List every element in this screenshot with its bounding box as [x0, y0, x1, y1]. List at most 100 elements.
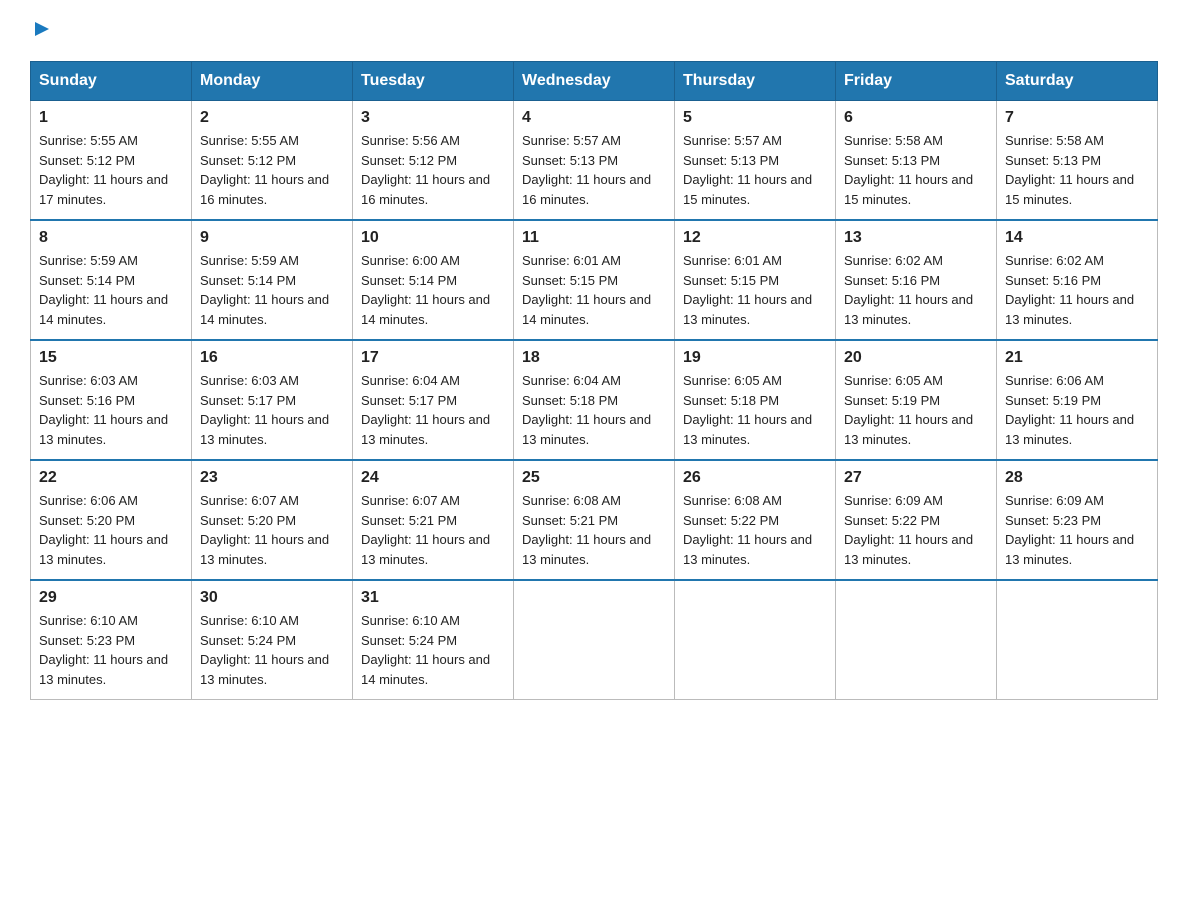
calendar-cell: 5 Sunrise: 5:57 AM Sunset: 5:13 PM Dayli…	[675, 101, 836, 221]
col-header-sunday: Sunday	[31, 62, 192, 101]
day-info: Sunrise: 5:59 AM Sunset: 5:14 PM Dayligh…	[200, 251, 344, 329]
calendar-cell: 12 Sunrise: 6:01 AM Sunset: 5:15 PM Dayl…	[675, 220, 836, 340]
sunrise-label: Sunrise: 5:57 AM	[683, 133, 782, 148]
calendar-cell: 17 Sunrise: 6:04 AM Sunset: 5:17 PM Dayl…	[353, 340, 514, 460]
calendar-cell	[836, 580, 997, 700]
daylight-label: Daylight: 11 hours and 13 minutes.	[844, 292, 973, 327]
sunset-label: Sunset: 5:14 PM	[200, 273, 296, 288]
calendar-cell: 30 Sunrise: 6:10 AM Sunset: 5:24 PM Dayl…	[192, 580, 353, 700]
sunrise-label: Sunrise: 6:05 AM	[683, 373, 782, 388]
sunrise-label: Sunrise: 6:08 AM	[683, 493, 782, 508]
sunset-label: Sunset: 5:16 PM	[844, 273, 940, 288]
sunset-label: Sunset: 5:18 PM	[522, 393, 618, 408]
day-info: Sunrise: 6:08 AM Sunset: 5:21 PM Dayligh…	[522, 491, 666, 569]
day-info: Sunrise: 6:09 AM Sunset: 5:23 PM Dayligh…	[1005, 491, 1149, 569]
calendar-cell: 22 Sunrise: 6:06 AM Sunset: 5:20 PM Dayl…	[31, 460, 192, 580]
calendar-cell: 4 Sunrise: 5:57 AM Sunset: 5:13 PM Dayli…	[514, 101, 675, 221]
day-info: Sunrise: 5:55 AM Sunset: 5:12 PM Dayligh…	[39, 131, 183, 209]
sunrise-label: Sunrise: 5:58 AM	[1005, 133, 1104, 148]
day-info: Sunrise: 6:05 AM Sunset: 5:18 PM Dayligh…	[683, 371, 827, 449]
calendar-cell: 8 Sunrise: 5:59 AM Sunset: 5:14 PM Dayli…	[31, 220, 192, 340]
sunrise-label: Sunrise: 6:10 AM	[39, 613, 138, 628]
day-number: 31	[361, 589, 505, 607]
sunset-label: Sunset: 5:23 PM	[39, 633, 135, 648]
sunrise-label: Sunrise: 6:01 AM	[522, 253, 621, 268]
sunset-label: Sunset: 5:20 PM	[200, 513, 296, 528]
day-info: Sunrise: 6:03 AM Sunset: 5:17 PM Dayligh…	[200, 371, 344, 449]
day-number: 13	[844, 229, 988, 247]
calendar-cell: 10 Sunrise: 6:00 AM Sunset: 5:14 PM Dayl…	[353, 220, 514, 340]
day-info: Sunrise: 6:08 AM Sunset: 5:22 PM Dayligh…	[683, 491, 827, 569]
day-info: Sunrise: 6:01 AM Sunset: 5:15 PM Dayligh…	[683, 251, 827, 329]
daylight-label: Daylight: 11 hours and 13 minutes.	[39, 532, 168, 567]
calendar-cell	[675, 580, 836, 700]
day-info: Sunrise: 6:06 AM Sunset: 5:20 PM Dayligh…	[39, 491, 183, 569]
sunrise-label: Sunrise: 5:59 AM	[200, 253, 299, 268]
calendar-cell: 13 Sunrise: 6:02 AM Sunset: 5:16 PM Dayl…	[836, 220, 997, 340]
calendar-cell: 27 Sunrise: 6:09 AM Sunset: 5:22 PM Dayl…	[836, 460, 997, 580]
sunset-label: Sunset: 5:24 PM	[200, 633, 296, 648]
sunset-label: Sunset: 5:13 PM	[522, 153, 618, 168]
sunset-label: Sunset: 5:15 PM	[683, 273, 779, 288]
sunset-label: Sunset: 5:19 PM	[844, 393, 940, 408]
day-number: 10	[361, 229, 505, 247]
day-number: 29	[39, 589, 183, 607]
page-header	[30, 20, 1158, 43]
col-header-friday: Friday	[836, 62, 997, 101]
day-info: Sunrise: 6:01 AM Sunset: 5:15 PM Dayligh…	[522, 251, 666, 329]
daylight-label: Daylight: 11 hours and 13 minutes.	[361, 532, 490, 567]
sunrise-label: Sunrise: 6:02 AM	[1005, 253, 1104, 268]
day-number: 19	[683, 349, 827, 367]
day-info: Sunrise: 6:07 AM Sunset: 5:21 PM Dayligh…	[361, 491, 505, 569]
daylight-label: Daylight: 11 hours and 14 minutes.	[361, 292, 490, 327]
day-number: 4	[522, 109, 666, 127]
calendar-cell: 6 Sunrise: 5:58 AM Sunset: 5:13 PM Dayli…	[836, 101, 997, 221]
col-header-saturday: Saturday	[997, 62, 1158, 101]
day-info: Sunrise: 6:05 AM Sunset: 5:19 PM Dayligh…	[844, 371, 988, 449]
day-info: Sunrise: 5:56 AM Sunset: 5:12 PM Dayligh…	[361, 131, 505, 209]
day-info: Sunrise: 6:03 AM Sunset: 5:16 PM Dayligh…	[39, 371, 183, 449]
daylight-label: Daylight: 11 hours and 13 minutes.	[39, 412, 168, 447]
day-info: Sunrise: 6:10 AM Sunset: 5:24 PM Dayligh…	[361, 611, 505, 689]
daylight-label: Daylight: 11 hours and 13 minutes.	[683, 532, 812, 567]
sunrise-label: Sunrise: 6:04 AM	[361, 373, 460, 388]
day-number: 14	[1005, 229, 1149, 247]
sunrise-label: Sunrise: 5:59 AM	[39, 253, 138, 268]
day-number: 6	[844, 109, 988, 127]
day-number: 18	[522, 349, 666, 367]
day-number: 15	[39, 349, 183, 367]
calendar-cell: 1 Sunrise: 5:55 AM Sunset: 5:12 PM Dayli…	[31, 101, 192, 221]
day-info: Sunrise: 6:10 AM Sunset: 5:23 PM Dayligh…	[39, 611, 183, 689]
daylight-label: Daylight: 11 hours and 13 minutes.	[1005, 292, 1134, 327]
sunset-label: Sunset: 5:13 PM	[683, 153, 779, 168]
day-number: 3	[361, 109, 505, 127]
day-number: 28	[1005, 469, 1149, 487]
day-number: 2	[200, 109, 344, 127]
day-number: 1	[39, 109, 183, 127]
daylight-label: Daylight: 11 hours and 14 minutes.	[39, 292, 168, 327]
sunrise-label: Sunrise: 6:07 AM	[361, 493, 460, 508]
calendar-cell: 7 Sunrise: 5:58 AM Sunset: 5:13 PM Dayli…	[997, 101, 1158, 221]
sunset-label: Sunset: 5:12 PM	[361, 153, 457, 168]
daylight-label: Daylight: 11 hours and 13 minutes.	[200, 652, 329, 687]
day-info: Sunrise: 6:04 AM Sunset: 5:18 PM Dayligh…	[522, 371, 666, 449]
sunrise-label: Sunrise: 6:00 AM	[361, 253, 460, 268]
sunset-label: Sunset: 5:14 PM	[39, 273, 135, 288]
sunset-label: Sunset: 5:12 PM	[39, 153, 135, 168]
daylight-label: Daylight: 11 hours and 13 minutes.	[522, 532, 651, 567]
day-info: Sunrise: 6:10 AM Sunset: 5:24 PM Dayligh…	[200, 611, 344, 689]
sunset-label: Sunset: 5:16 PM	[1005, 273, 1101, 288]
sunrise-label: Sunrise: 6:02 AM	[844, 253, 943, 268]
sunrise-label: Sunrise: 6:03 AM	[200, 373, 299, 388]
calendar-cell: 19 Sunrise: 6:05 AM Sunset: 5:18 PM Dayl…	[675, 340, 836, 460]
day-number: 25	[522, 469, 666, 487]
sunrise-label: Sunrise: 6:06 AM	[1005, 373, 1104, 388]
sunset-label: Sunset: 5:13 PM	[844, 153, 940, 168]
day-info: Sunrise: 6:02 AM Sunset: 5:16 PM Dayligh…	[1005, 251, 1149, 329]
calendar-cell: 28 Sunrise: 6:09 AM Sunset: 5:23 PM Dayl…	[997, 460, 1158, 580]
calendar-cell	[997, 580, 1158, 700]
daylight-label: Daylight: 11 hours and 14 minutes.	[361, 652, 490, 687]
day-number: 30	[200, 589, 344, 607]
calendar-cell: 23 Sunrise: 6:07 AM Sunset: 5:20 PM Dayl…	[192, 460, 353, 580]
day-number: 23	[200, 469, 344, 487]
